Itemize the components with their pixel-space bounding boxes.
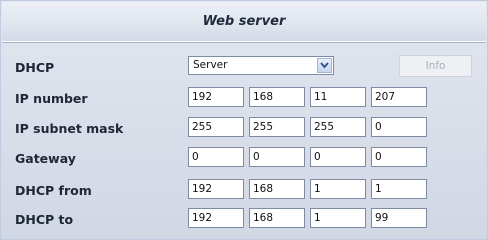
ip-number-octet-3[interactable]: 11 (310, 87, 366, 107)
gateway-label: Gateway (15, 151, 76, 166)
dhcp-from-label: DHCP from (15, 183, 92, 198)
dhcp-from-octet-4[interactable]: 1 (371, 179, 427, 199)
dhcp-to-octet-2[interactable]: 168 (249, 208, 305, 228)
web-server-panel: Web server DHCP Server Info IP number 19… (0, 0, 488, 240)
dhcp-row: DHCP Server Info (1, 55, 487, 80)
ip-number-octet-2[interactable]: 168 (249, 87, 305, 107)
subnet-mask-label: IP subnet mask (15, 121, 124, 136)
subnet-mask-row: IP subnet mask 255 255 255 0 (1, 117, 487, 141)
gateway-octet-1[interactable]: 0 (188, 147, 244, 167)
gateway-octet-2[interactable]: 0 (249, 147, 305, 167)
info-button[interactable]: Info (399, 55, 472, 77)
dhcp-to-octet-1[interactable]: 192 (188, 208, 244, 228)
gateway-octet-4[interactable]: 0 (371, 147, 427, 167)
dhcp-from-row: DHCP from 192 168 1 1 (1, 179, 487, 203)
dhcp-mode-select[interactable]: Server (188, 56, 334, 75)
dhcp-from-octet-3[interactable]: 1 (310, 179, 366, 199)
subnet-mask-octet-4[interactable]: 0 (371, 117, 427, 137)
dhcp-label: DHCP (15, 60, 55, 75)
ip-number-octet-1[interactable]: 192 (188, 87, 244, 107)
dhcp-to-label: DHCP to (15, 212, 74, 227)
subnet-mask-octet-2[interactable]: 255 (249, 117, 305, 137)
dhcp-to-octet-3[interactable]: 1 (310, 208, 366, 228)
gateway-octet-3[interactable]: 0 (310, 147, 366, 167)
panel-header: Web server (2, 2, 486, 42)
dhcp-from-octet-2[interactable]: 168 (249, 179, 305, 199)
chevron-down-icon[interactable] (317, 58, 332, 73)
gateway-row: Gateway 0 0 0 0 (1, 147, 487, 171)
dhcp-to-row: DHCP to 192 168 1 99 (1, 208, 487, 232)
panel-title: Web server (202, 14, 286, 29)
dhcp-from-octet-1[interactable]: 192 (188, 179, 244, 199)
ip-number-octet-4[interactable]: 207 (371, 87, 427, 107)
dhcp-to-octet-4[interactable]: 99 (371, 208, 427, 228)
dhcp-mode-value: Server (193, 59, 228, 71)
subnet-mask-octet-3[interactable]: 255 (310, 117, 366, 137)
ip-number-label: IP number (15, 91, 88, 106)
header-divider (2, 42, 486, 43)
ip-number-row: IP number 192 168 11 207 (1, 87, 487, 111)
subnet-mask-octet-1[interactable]: 255 (188, 117, 244, 137)
